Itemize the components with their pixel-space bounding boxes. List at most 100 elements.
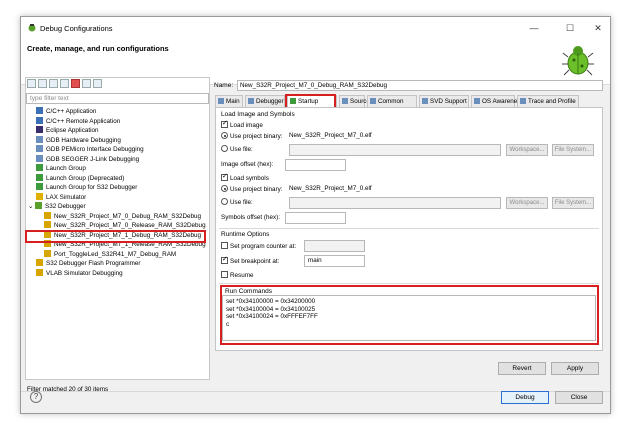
image-offset-field[interactable] (285, 159, 346, 171)
trace-tab-icon (520, 98, 526, 104)
gdb-icon (36, 135, 43, 143)
tree-item[interactable]: Eclipse Application (26, 126, 209, 136)
tree-item-label: LAX Simulator (46, 193, 87, 201)
help-icon[interactable]: ? (30, 391, 42, 403)
apply-button[interactable]: Apply (551, 362, 599, 375)
selected-config-highlight (25, 230, 206, 243)
group-load-image: Load Image and Symbols (221, 111, 295, 118)
segger-icon (36, 154, 43, 162)
collapse-all-icon[interactable] (82, 79, 91, 88)
expand-chevron-icon[interactable]: ⌄ (28, 203, 35, 210)
tree-item-label: C/C++ Remote Application (46, 117, 121, 125)
launch-group-icon (36, 173, 43, 181)
debug-config-icon (44, 249, 51, 257)
tree-item[interactable]: Launch Group (26, 164, 209, 174)
image-offset-label: Image offset (hex): (221, 161, 274, 168)
name-label: Name: (214, 82, 234, 89)
tree-item[interactable]: C/C++ Remote Application (26, 116, 209, 127)
name-field[interactable]: New_S32R_Project_M7_0_Debug_RAM_S32Debug (237, 80, 603, 91)
filter-icon[interactable] (93, 79, 102, 88)
tab-label: Trace and Profile (528, 98, 576, 105)
delete-icon[interactable] (71, 79, 80, 88)
symbols-file-field[interactable] (289, 197, 501, 209)
use-file-radio-2[interactable]: Use file: (221, 198, 253, 206)
run-commands-textarea[interactable]: set *0x34100000 = 0x34200000 set *0x34100… (222, 295, 596, 341)
debug-button[interactable]: Debug (501, 391, 549, 404)
tree-item-label: Launch Group (Deprecated) (46, 174, 125, 182)
use-project-binary-radio[interactable]: Use project binary: (221, 132, 283, 140)
load-image-checkbox[interactable]: Load image (221, 119, 263, 129)
tree-item-label: S32 Debugger Flash Programmer (46, 260, 141, 267)
svd-tab-icon (422, 98, 428, 104)
tree-item[interactable]: New_S32R_Project_M7_0_Debug_RAM_S32Debug (26, 211, 209, 222)
use-file-radio[interactable]: Use file: (221, 145, 253, 153)
revert-button[interactable]: Revert (498, 362, 546, 375)
symbols-offset-field[interactable] (285, 212, 346, 224)
tree-item-label: GDB SEGGER J-Link Debugging (46, 155, 140, 163)
close-window-button[interactable]: ✕ (585, 20, 611, 36)
maximize-button[interactable]: ☐ (557, 20, 583, 36)
filesystem-button-2[interactable]: File System... (552, 197, 594, 209)
project-binary-name: New_S32R_Project_M7_0.elf (289, 132, 372, 139)
tab-label: Common (378, 98, 404, 105)
tree-item[interactable]: Launch Group for S32 Debugger (26, 183, 209, 193)
set-pc-checkbox[interactable]: Set program counter at: (221, 242, 296, 250)
duplicate-icon[interactable] (60, 79, 69, 88)
tab-label: Debugger (256, 98, 284, 105)
load-symbols-checkbox[interactable]: Load symbols (221, 172, 269, 182)
tab-label: Main (226, 98, 240, 105)
new-prototype-icon[interactable] (38, 79, 47, 88)
group-runtime-options: Runtime Options (221, 231, 270, 238)
tree-item[interactable]: Port_ToggleLed_S32R41_M7_Debug_RAM (26, 249, 209, 260)
tree-item-label: GDB PEMicro Interface Debugging (46, 146, 144, 153)
tree-item-label: S32 Debugger (45, 203, 86, 210)
tree-item-label: VLAB Simulator Debugging (46, 269, 123, 277)
tree-item-label: Eclipse Application (46, 127, 99, 134)
tree-item[interactable]: VLAB Simulator Debugging (26, 268, 209, 279)
tree-item[interactable]: C/C++ Application (26, 107, 209, 117)
tree-item[interactable]: GDB Hardware Debugging (26, 135, 209, 146)
breakpoint-field[interactable]: main (304, 255, 365, 267)
filter-input[interactable]: type filter text (26, 93, 209, 104)
tree-toolbar (27, 79, 102, 91)
tree-item-label: New_S32R_Project_M7_0_Release_RAM_S32Deb… (54, 222, 206, 229)
tree-item[interactable]: ⌄ S32 Debugger (26, 202, 209, 212)
cpp-remote-icon (36, 116, 43, 124)
tab-os-awareness[interactable]: OS Awareness (471, 95, 524, 107)
tree-item[interactable]: Launch Group (Deprecated) (26, 173, 209, 184)
separator-2 (219, 283, 599, 284)
new-config-icon[interactable] (27, 79, 36, 88)
debug-bug-icon (28, 24, 36, 32)
tab-svd-support[interactable]: SVD Support (419, 95, 469, 107)
workspace-button-2[interactable]: Workspace... (506, 197, 548, 209)
vlab-icon (36, 268, 43, 276)
debugger-tab-icon (248, 98, 254, 104)
tree-item[interactable]: S32 Debugger Flash Programmer (26, 259, 209, 269)
tree-item-label: Launch Group (46, 165, 86, 172)
title-bar: Debug Configurations — ☐ ✕ (21, 17, 610, 39)
image-file-field[interactable] (289, 144, 501, 156)
resume-checkbox[interactable]: Resume (221, 271, 253, 279)
filesystem-button-1[interactable]: File System... (552, 144, 594, 156)
tree-item[interactable]: GDB PEMicro Interface Debugging (26, 145, 209, 155)
tab-trace-and-profile[interactable]: Trace and Profile (517, 95, 579, 107)
source-tab-icon (342, 98, 348, 104)
run-command-line: set *0x34100004 = 0x34100025 (226, 305, 316, 313)
use-project-binary-radio-2[interactable]: Use project binary: (221, 185, 283, 193)
export-icon[interactable] (49, 79, 58, 88)
run-command-line: c (226, 320, 230, 328)
common-tab-icon (370, 98, 376, 104)
tab-source[interactable]: Source (339, 95, 370, 107)
tree-item[interactable]: GDB SEGGER J-Link Debugging (26, 154, 209, 165)
minimize-button[interactable]: — (521, 20, 547, 36)
s32-debugger-icon (35, 202, 43, 209)
workspace-button-1[interactable]: Workspace... (506, 144, 548, 156)
set-pc-field[interactable] (304, 240, 365, 252)
tree-item[interactable]: LAX Simulator (26, 192, 209, 203)
tab-debugger[interactable]: Debugger (245, 95, 285, 107)
close-button[interactable]: Close (555, 391, 603, 404)
tab-common[interactable]: Common (367, 95, 417, 107)
tab-main[interactable]: Main (215, 95, 243, 107)
set-breakpoint-checkbox[interactable]: Set breakpoint at: (221, 255, 279, 265)
separator (219, 228, 599, 229)
